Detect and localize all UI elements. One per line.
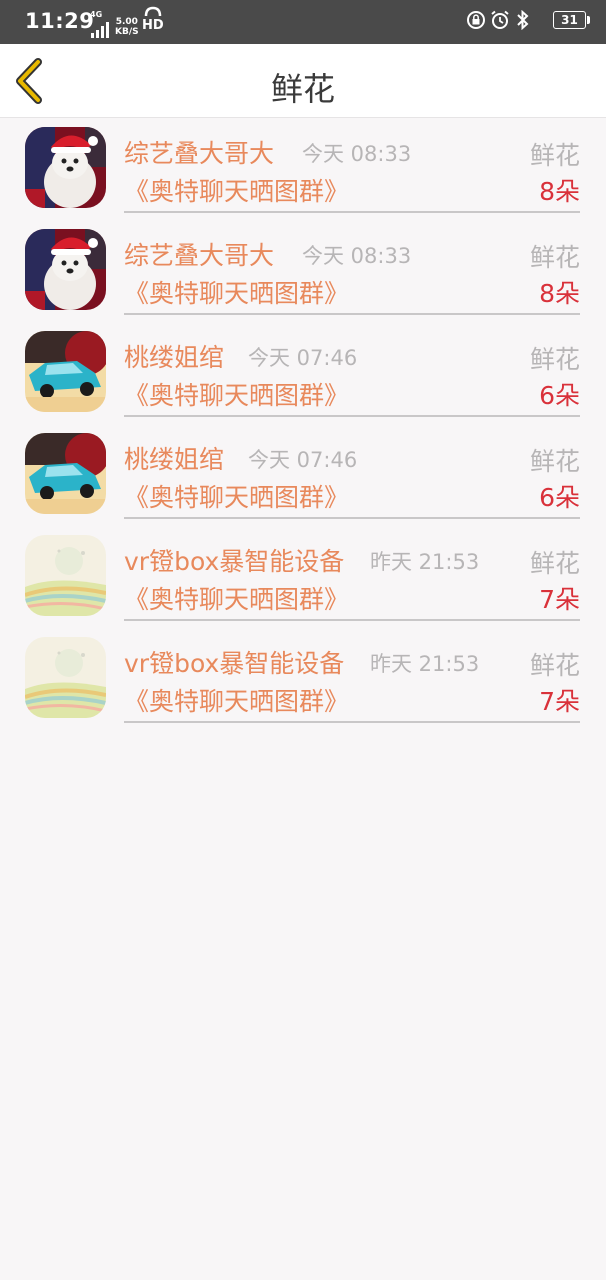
blue-car-avatar-image xyxy=(25,433,106,514)
send-time: 昨天 21:53 xyxy=(370,652,480,676)
network-speed-unit: KB/S xyxy=(115,27,139,37)
avatar[interactable] xyxy=(25,535,106,616)
group-name: 《奥特聊天晒图群》 xyxy=(124,279,350,308)
pastel-landscape-avatar-image xyxy=(25,535,106,616)
gift-count: 8朵 xyxy=(539,177,580,206)
pastel-landscape-avatar-image xyxy=(25,637,106,718)
network-type-label: 4G xyxy=(90,10,103,19)
status-bar: 11:29 4G 5.00 KB/S HD 31 xyxy=(0,0,606,44)
gift-count: 8朵 xyxy=(539,279,580,308)
send-time: 今天 07:46 xyxy=(248,448,358,472)
avatar[interactable] xyxy=(25,637,106,718)
alarm-icon xyxy=(491,10,509,29)
group-name: 《奥特聊天晒图群》 xyxy=(124,585,350,614)
status-time: 11:29 xyxy=(25,9,95,33)
list-item[interactable]: 桃缕姐绾 今天 07:46 鲜花 《奥特聊天晒图群》 6朵 xyxy=(0,424,606,526)
lock-rotation-icon xyxy=(467,11,485,29)
signal-icon xyxy=(91,22,109,38)
gift-count: 6朵 xyxy=(539,381,580,410)
row-divider xyxy=(124,415,580,417)
group-name: 《奥特聊天晒图群》 xyxy=(124,177,350,206)
gift-type: 鲜花 xyxy=(529,141,580,170)
sender-name: 综艺叠大哥大 xyxy=(124,139,275,168)
blue-car-avatar-image xyxy=(25,331,106,412)
hd-call-icon xyxy=(144,6,162,17)
battery-icon: 31 xyxy=(553,11,590,29)
gift-type: 鲜花 xyxy=(529,549,580,578)
row-divider xyxy=(124,619,580,621)
sender-name: vr镫box暴智能设备 xyxy=(124,547,345,576)
row-divider xyxy=(124,721,580,723)
gift-type: 鲜花 xyxy=(529,243,580,272)
gift-type: 鲜花 xyxy=(529,651,580,680)
flower-record-list: 综艺叠大哥大 今天 08:33 鲜花 《奥特聊天晒图群》 8朵 综艺叠大哥大 今… xyxy=(0,118,606,730)
avatar[interactable] xyxy=(25,331,106,412)
send-time: 今天 07:46 xyxy=(248,346,358,370)
sender-name: 综艺叠大哥大 xyxy=(124,241,275,270)
gift-type: 鲜花 xyxy=(529,447,580,476)
row-divider xyxy=(124,313,580,315)
bluetooth-icon xyxy=(517,10,529,30)
send-time: 昨天 21:53 xyxy=(370,550,480,574)
sender-name: vr镫box暴智能设备 xyxy=(124,649,345,678)
avatar[interactable] xyxy=(25,433,106,514)
avatar[interactable] xyxy=(25,127,106,208)
gift-type: 鲜花 xyxy=(529,345,580,374)
row-divider xyxy=(124,517,580,519)
group-name: 《奥特聊天晒图群》 xyxy=(124,483,350,512)
list-item[interactable]: vr镫box暴智能设备 昨天 21:53 鲜花 《奥特聊天晒图群》 7朵 xyxy=(0,526,606,628)
page-title: 鲜花 xyxy=(270,70,335,108)
gift-count: 7朵 xyxy=(539,585,580,614)
list-item[interactable]: 综艺叠大哥大 今天 08:33 鲜花 《奥特聊天晒图群》 8朵 xyxy=(0,118,606,220)
gift-count: 6朵 xyxy=(539,483,580,512)
list-item[interactable]: vr镫box暴智能设备 昨天 21:53 鲜花 《奥特聊天晒图群》 7朵 xyxy=(0,628,606,730)
list-item[interactable]: 桃缕姐绾 今天 07:46 鲜花 《奥特聊天晒图群》 6朵 xyxy=(0,322,606,424)
gift-count: 7朵 xyxy=(539,687,580,716)
row-divider xyxy=(124,211,580,213)
group-name: 《奥特聊天晒图群》 xyxy=(124,381,350,410)
dog-santa-avatar-image xyxy=(25,127,106,208)
send-time: 今天 08:33 xyxy=(302,142,412,166)
avatar[interactable] xyxy=(25,229,106,310)
send-time: 今天 08:33 xyxy=(302,244,412,268)
hd-label: HD xyxy=(142,18,164,33)
group-name: 《奥特聊天晒图群》 xyxy=(124,687,350,716)
network-speed-value: 5.00 xyxy=(115,17,138,27)
list-item[interactable]: 综艺叠大哥大 今天 08:33 鲜花 《奥特聊天晒图群》 8朵 xyxy=(0,220,606,322)
title-bar: 鲜花 xyxy=(0,44,606,118)
dog-santa-avatar-image xyxy=(25,229,106,310)
sender-name: 桃缕姐绾 xyxy=(124,343,225,372)
network-speed: 5.00 KB/S xyxy=(115,17,139,37)
status-icons-right: 31 xyxy=(466,10,590,34)
sender-name: 桃缕姐绾 xyxy=(124,445,225,474)
